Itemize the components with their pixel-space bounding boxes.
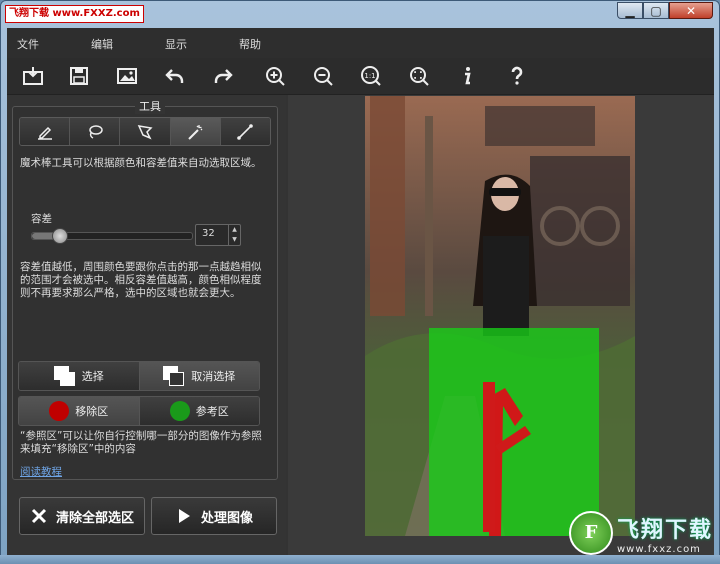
clear-all-button[interactable]: 清除全部选区 — [19, 497, 145, 535]
close-button[interactable]: ✕ — [669, 2, 713, 19]
toolbar: 1:1 — [7, 58, 714, 95]
photo-illustration — [365, 96, 635, 536]
clear-x-icon — [31, 508, 47, 524]
tool-panel-title: 工具 — [135, 98, 165, 114]
tool-selector — [19, 117, 271, 146]
clear-all-label: 清除全部选区 — [55, 510, 134, 526]
save-icon[interactable] — [65, 62, 93, 90]
select-button[interactable]: 选择 — [19, 362, 139, 390]
remove-area-button[interactable]: 移除区 — [19, 397, 139, 425]
deselect-label: 取消选择 — [191, 370, 236, 383]
site-logo: 飞翔下载 www.FXXZ.com — [5, 5, 144, 23]
watermark-brand: 飞翔下载 — [616, 517, 713, 543]
redo-icon[interactable] — [209, 62, 237, 90]
tutorial-link[interactable]: 阅读教程 — [20, 464, 62, 479]
actual-size-label: 1:1 — [364, 72, 375, 80]
deselect-icon — [163, 366, 185, 386]
tolerance-slider[interactable] — [31, 228, 193, 244]
tool-panel: 工具 魔术棒工具可以根据颜色和容差值来自动选取区域。 容差 32 ▲ ▼ 容差值… — [12, 98, 278, 480]
undo-icon[interactable] — [161, 62, 189, 90]
selection-buttons: 选择 取消选择 — [18, 361, 260, 391]
select-icon — [53, 366, 76, 386]
zoom-in-icon[interactable] — [261, 62, 289, 90]
window-controls: ▁ ▢ ✕ — [617, 2, 713, 19]
tolerance-help-text: 容差值越低，周围颜色要跟你点击的那一点越趋相似的范围才会被选中。相反容差值越高，… — [20, 261, 262, 299]
reference-area-button[interactable]: 参考区 — [138, 397, 259, 425]
fit-icon[interactable] — [405, 62, 433, 90]
menu-edit[interactable]: 编辑 — [91, 36, 113, 52]
reference-area-dot-icon — [169, 401, 190, 421]
watermark-url: www.fxxz.com — [616, 543, 701, 555]
magic-wand-tool-icon[interactable] — [170, 118, 221, 145]
lasso-tool-icon[interactable] — [70, 118, 121, 145]
menu-view[interactable]: 显示 — [165, 36, 187, 52]
area-buttons: 移除区 参考区 — [18, 396, 260, 426]
play-icon — [178, 509, 190, 523]
watermark-logo-icon: F — [568, 511, 613, 555]
remove-area-dot-icon — [49, 401, 70, 421]
window-bottom-border — [0, 555, 720, 564]
watermark-text: 飞翔下载 www.fxxz.com — [617, 512, 713, 555]
maximize-button[interactable]: ▢ — [643, 2, 669, 19]
marker-tool-icon[interactable] — [20, 118, 71, 145]
menu-help[interactable]: 帮助 — [239, 36, 261, 52]
process-image-button[interactable]: 处理图像 — [151, 497, 277, 535]
reference-note: “参照区”可以让你自行控制哪一部分的图像作为参照来填充“移除区”中的内容 — [20, 430, 262, 455]
canvas-area[interactable] — [288, 95, 714, 556]
title-bar: 飞翔下载 www.FXXZ.com ▁ ▢ ✕ — [1, 1, 719, 27]
spin-arrows[interactable]: ▲ ▼ — [228, 225, 240, 245]
sidebar: 工具 魔术棒工具可以根据颜色和容差值来自动选取区域。 容差 32 ▲ ▼ 容差值… — [7, 95, 286, 556]
photo-canvas[interactable] — [365, 96, 635, 536]
minimize-button[interactable]: ▁ — [617, 2, 643, 19]
actual-size-icon[interactable]: 1:1 — [357, 62, 385, 90]
client-area: 文件 编辑 显示 帮助 1:1 工具 魔术棒工具可以根据颜色和容差值来自动选取区… — [7, 28, 714, 556]
line-tool-icon[interactable] — [220, 118, 270, 145]
remove-area-label: 移除区 — [75, 405, 109, 418]
reference-area-label: 参考区 — [195, 405, 229, 418]
select-label: 选择 — [81, 370, 104, 383]
process-image-label: 处理图像 — [200, 510, 253, 526]
menu-file[interactable]: 文件 — [17, 36, 39, 52]
zoom-out-icon[interactable] — [309, 62, 337, 90]
tolerance-slider-thumb[interactable] — [52, 228, 69, 244]
tool-description: 魔术棒工具可以根据颜色和容差值来自动选取区域。 — [20, 157, 262, 169]
polygon-lasso-tool-icon[interactable] — [120, 118, 171, 145]
open-icon[interactable] — [19, 62, 47, 90]
app-window: 飞翔下载 www.FXXZ.com ▁ ▢ ✕ 文件 编辑 显示 帮助 1:1 … — [0, 0, 720, 564]
info-icon[interactable] — [453, 62, 481, 90]
menu-bar: 文件 编辑 显示 帮助 — [7, 28, 714, 58]
help-icon[interactable] — [503, 62, 531, 90]
tolerance-label: 容差 — [31, 213, 52, 225]
image-icon[interactable] — [113, 62, 141, 90]
tolerance-value: 32 — [202, 228, 215, 239]
deselect-button[interactable]: 取消选择 — [138, 362, 259, 390]
watermark: F 飞翔下载 www.fxxz.com — [568, 511, 713, 555]
tolerance-spinbox[interactable]: 32 ▲ ▼ — [195, 224, 241, 246]
